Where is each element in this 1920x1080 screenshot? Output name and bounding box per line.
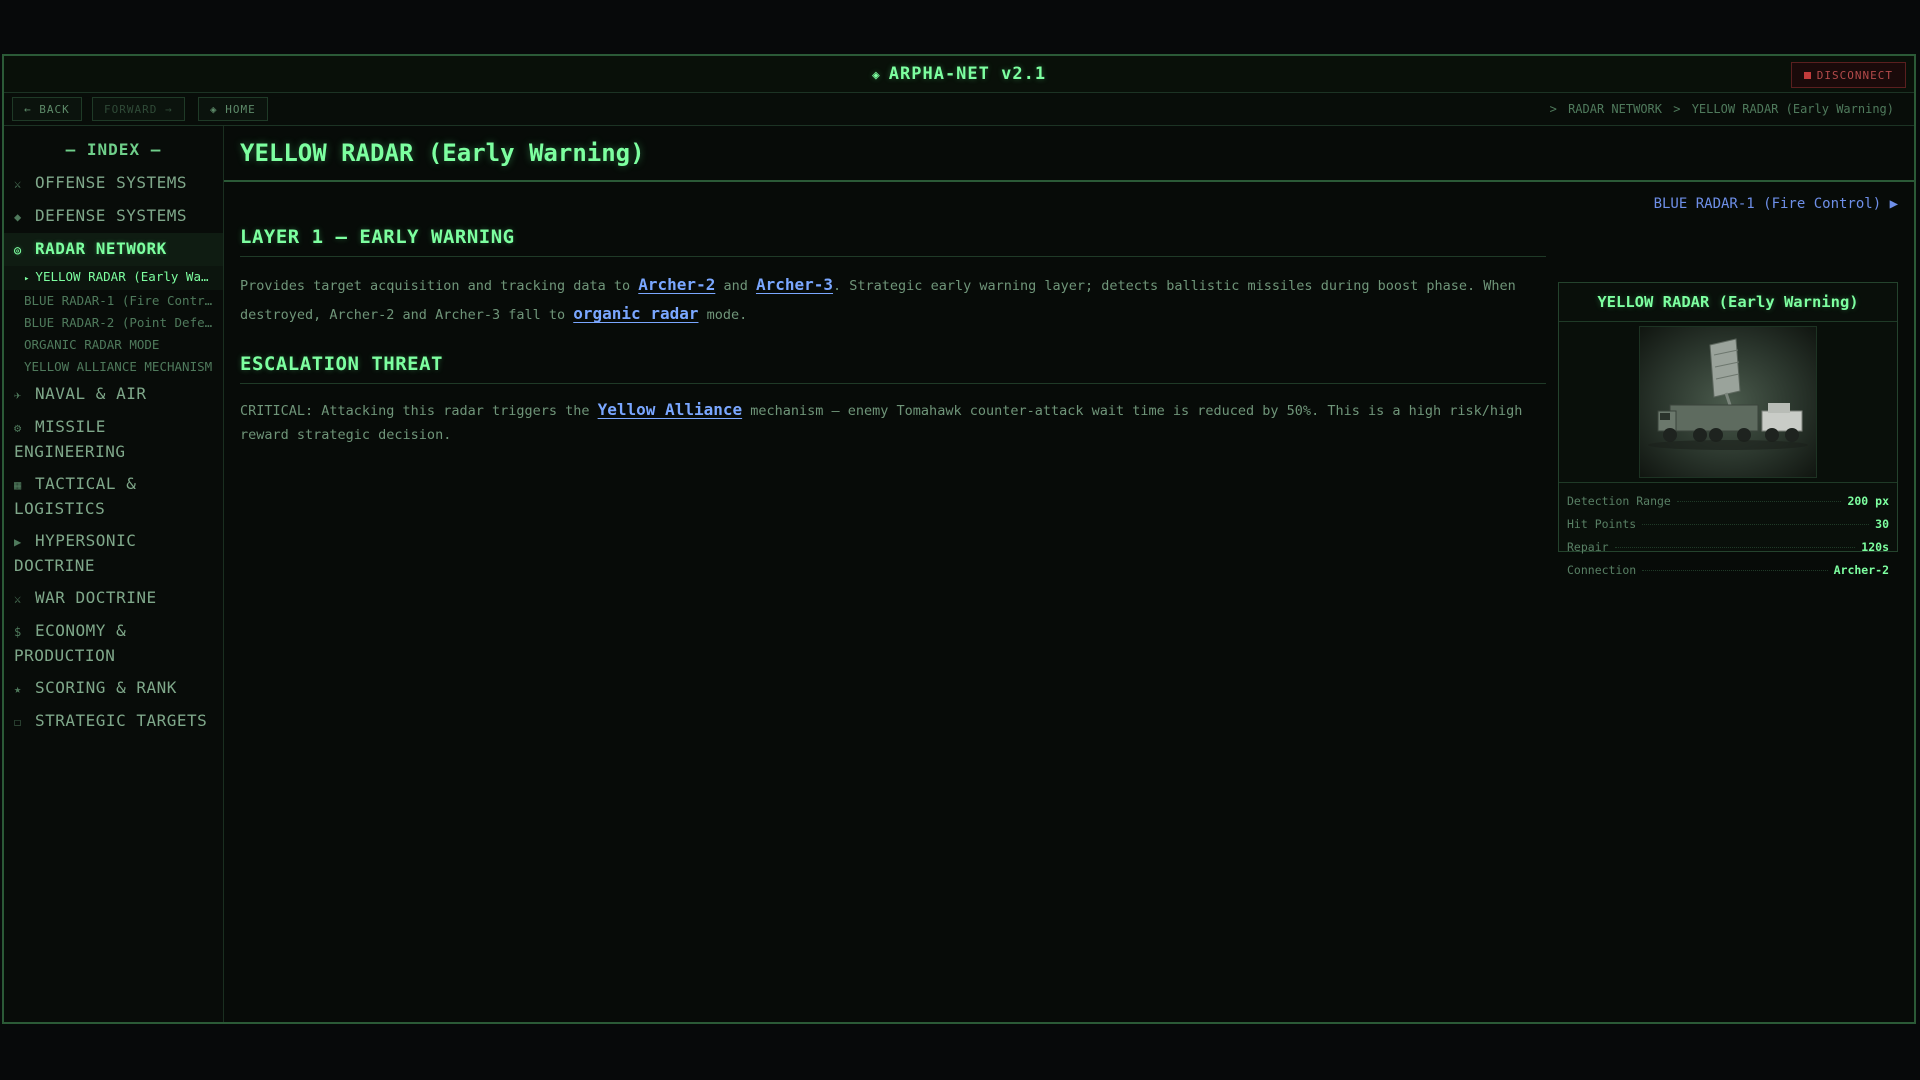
back-button[interactable]: ← BACK <box>12 97 82 121</box>
sidebar-item-defense-systems[interactable]: ◆ DEFENSE SYSTEMS <box>4 200 223 233</box>
stat-leader <box>1676 500 1842 502</box>
stat-leader <box>1642 569 1828 571</box>
sidebar-subitem-blue-radar-1[interactable]: BLUE RADAR-1 (Fire Control) <box>4 290 223 312</box>
sidebar-item-strategic-targets[interactable]: ☐ STRATEGIC TARGETS <box>4 705 223 738</box>
nav-bar: ← BACK FORWARD → ◈ HOME > RADAR NETWORK … <box>4 93 1914 126</box>
airplane-icon: ✈ <box>14 388 22 402</box>
stat-leader <box>1642 523 1870 525</box>
index-title: — INDEX — <box>65 140 162 159</box>
sidebar-subitem-label: YELLOW RADAR (Early Warning) <box>35 269 223 284</box>
infobox-image-frame <box>1559 322 1897 483</box>
sidebar-item-economy-production[interactable]: $ ECONOMY & PRODUCTION <box>4 615 223 672</box>
stat-key: Detection Range <box>1567 493 1671 508</box>
home-button[interactable]: ◈ HOME <box>198 97 268 121</box>
section-paragraph-layer-1: Provides target acquisition and tracking… <box>240 271 1546 329</box>
link-archer-3[interactable]: Archer-3 <box>756 275 833 294</box>
sidebar-item-hypersonic-doctrine[interactable]: ▶ HYPERSONIC DOCTRINE <box>4 525 223 582</box>
sidebar-subitem-blue-radar-2[interactable]: BLUE RADAR-2 (Point Defense) <box>4 312 223 334</box>
sidebar-item-offense-systems[interactable]: ⚔ OFFENSE SYSTEMS <box>4 167 223 200</box>
infobox-stats: Detection Range 200 px Hit Points 30 Repai… <box>1559 483 1897 587</box>
paragraph-text: mode. <box>698 307 748 323</box>
sidebar-item-label: TACTICAL & LOGISTICS <box>14 474 137 518</box>
sidebar-subitem-yellow-radar[interactable]: ▸ YELLOW RADAR (Early Warning) <box>4 266 223 290</box>
main-content: YELLOW RADAR (Early Warning) BLUE RADAR-… <box>224 126 1914 1022</box>
stat-key: Hit Points <box>1567 516 1637 531</box>
link-archer-2[interactable]: Archer-2 <box>638 275 715 294</box>
radar-truck-image <box>1639 326 1817 478</box>
sidebar-item-war-doctrine[interactable]: ⚔ WAR DOCTRINE <box>4 582 223 615</box>
sidebar-item-missile-engineering[interactable]: ⚙ MISSILE ENGINEERING <box>4 411 223 468</box>
sidebar-item-radar-network[interactable]: ◎ RADAR NETWORK <box>4 233 223 266</box>
stat-key: Repair <box>1567 539 1609 554</box>
sidebar-item-tactical-logistics[interactable]: ▦ TACTICAL & LOGISTICS <box>4 468 223 525</box>
sidebar-item-label: STRATEGIC TARGETS <box>35 711 208 730</box>
stat-value: 200 px <box>1847 493 1889 508</box>
breadcrumb-page: YELLOW RADAR (Early Warning) <box>1691 102 1894 116</box>
stat-row: Hit Points 30 <box>1567 512 1889 535</box>
play-icon: ▶ <box>14 535 22 549</box>
crossed-swords-icon: ⚔ <box>14 177 22 191</box>
crossed-swords-icon: ⚔ <box>14 592 22 606</box>
sidebar: — INDEX — ⚔ OFFENSE SYSTEMS ◆ DEFENSE SYST… <box>4 126 224 1022</box>
stat-row: Connection Archer-2 <box>1567 558 1889 581</box>
stat-leader <box>1614 546 1856 548</box>
breadcrumb-section[interactable]: RADAR NETWORK <box>1568 102 1662 116</box>
infobox: YELLOW RADAR (Early Warning) Detection R… <box>1558 282 1898 577</box>
stat-key: Connection <box>1567 562 1637 577</box>
title-bar: ◈ ARPHA-NET v2.1 DISCONNECT <box>4 56 1914 93</box>
disconnect-label: DISCONNECT <box>1816 68 1893 82</box>
paragraph-text: and <box>715 278 756 294</box>
breadcrumb: > RADAR NETWORK > YELLOW RADAR (Early Wa… <box>1546 102 1894 116</box>
sidebar-item-label: DEFENSE SYSTEMS <box>35 206 187 225</box>
stat-row: Detection Range 200 px <box>1567 489 1889 512</box>
link-organic-radar[interactable]: organic radar <box>573 304 698 323</box>
sidebar-subitem-organic-radar-mode[interactable]: ORGANIC RADAR MODE <box>4 334 223 356</box>
sidebar-item-label: SCORING & RANK <box>35 678 177 697</box>
article-body: LAYER 1 — EARLY WARNING Provides target … <box>240 226 1546 471</box>
sidebar-item-label: RADAR NETWORK <box>35 239 167 258</box>
app-window: ◈ ARPHA-NET v2.1 DISCONNECT ← BACK FORWAR… <box>2 54 1916 1024</box>
app-title: ◈ ARPHA-NET v2.1 <box>872 64 1046 84</box>
sidebar-item-label: ECONOMY & PRODUCTION <box>14 621 127 665</box>
paragraph-text: CRITICAL: Attacking this radar triggers … <box>240 403 598 419</box>
forward-button[interactable]: FORWARD → <box>92 97 185 121</box>
link-yellow-alliance[interactable]: Yellow Alliance <box>598 400 743 419</box>
stop-icon <box>1803 71 1811 79</box>
sidebar-item-label: HYPERSONIC DOCTRINE <box>14 531 137 575</box>
gear-icon: ⚙ <box>14 421 22 435</box>
star-icon: ★ <box>14 682 22 696</box>
grid-icon: ▦ <box>14 478 22 492</box>
section-paragraph-escalation: CRITICAL: Attacking this radar triggers … <box>240 398 1546 447</box>
sidebar-subitem-yellow-alliance[interactable]: YELLOW ALLIANCE MECHANISM <box>4 356 223 378</box>
diamond-icon: ◆ <box>14 210 22 224</box>
disconnect-button[interactable]: DISCONNECT <box>1790 62 1906 88</box>
infobox-title: YELLOW RADAR (Early Warning) <box>1559 283 1897 322</box>
breadcrumb-separator: > <box>1673 102 1681 116</box>
target-box-icon: ☐ <box>14 715 22 729</box>
sidebar-item-label: NAVAL & AIR <box>35 384 147 403</box>
breadcrumb-prefix: > <box>1549 102 1557 116</box>
next-page-link[interactable]: BLUE RADAR-1 (Fire Control) ▶ <box>1654 196 1898 212</box>
app-title-text: ARPHA-NET v2.1 <box>888 64 1047 84</box>
sidebar-item-label: WAR DOCTRINE <box>35 588 157 607</box>
stat-row: Repair 120s <box>1567 535 1889 558</box>
stat-value: 120s <box>1861 539 1889 554</box>
stat-value[interactable]: Archer-2 <box>1834 563 1889 577</box>
section-heading-escalation: ESCALATION THREAT <box>240 353 1546 384</box>
diamond-icon: ◈ <box>871 68 881 83</box>
sidebar-item-naval-air[interactable]: ✈ NAVAL & AIR <box>4 378 223 411</box>
paragraph-text: Provides target acquisition and tracking… <box>240 278 639 294</box>
page-title: YELLOW RADAR (Early Warning) <box>224 126 1914 182</box>
sidebar-item-label: MISSILE ENGINEERING <box>14 417 126 461</box>
stat-value: 30 <box>1875 516 1889 531</box>
radar-icon: ◎ <box>14 243 22 257</box>
radar-truck-icon <box>1648 338 1808 450</box>
section-heading-layer-1: LAYER 1 — EARLY WARNING <box>240 226 1546 257</box>
sidebar-item-label: OFFENSE SYSTEMS <box>35 173 187 192</box>
sidebar-item-scoring-rank[interactable]: ★ SCORING & RANK <box>4 672 223 705</box>
dollar-icon: $ <box>14 625 22 639</box>
caret-right-icon: ▸ <box>24 274 30 284</box>
